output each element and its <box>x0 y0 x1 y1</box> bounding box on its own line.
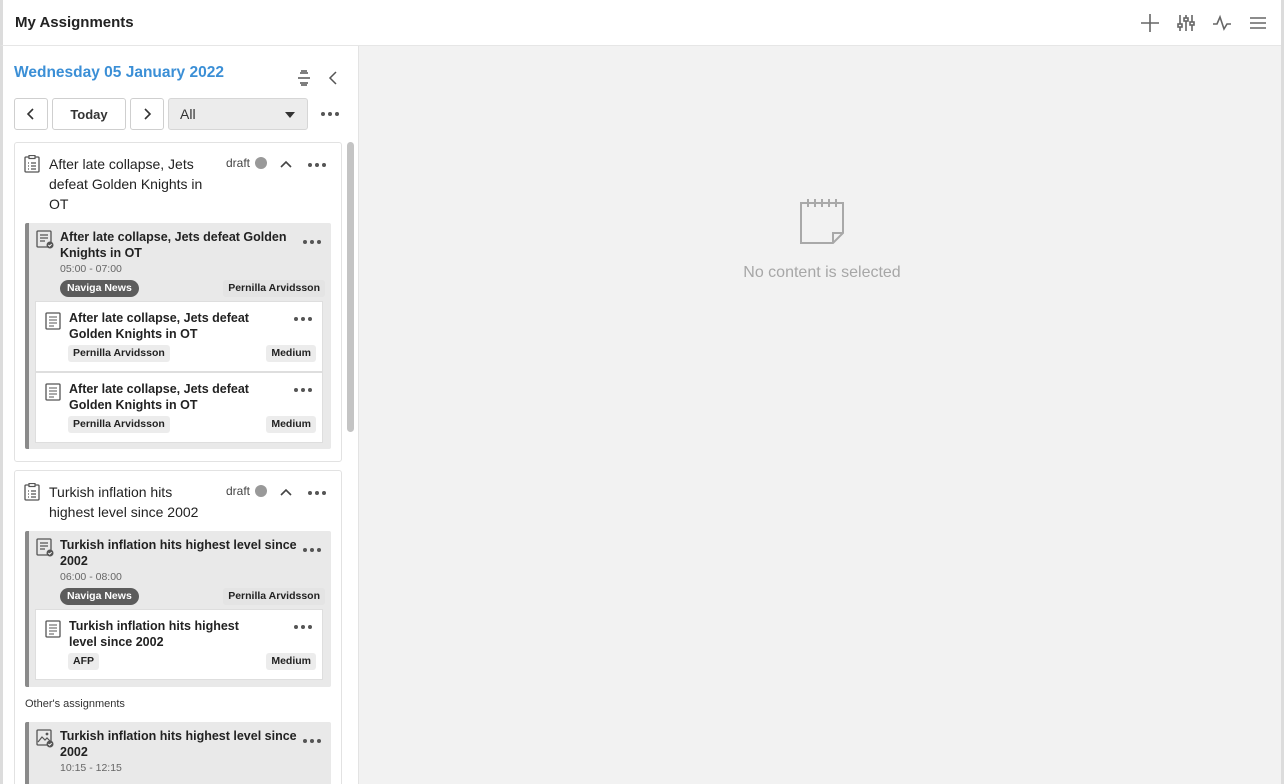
assignment-time: 05:00 - 07:00 <box>60 263 122 275</box>
planner-panel: Wednesday 05 January 2022 Today All Afte… <box>0 46 359 784</box>
status-badge: draft <box>226 484 268 498</box>
assignment-menu-icon[interactable] <box>303 739 321 743</box>
scrollbar[interactable] <box>347 142 354 432</box>
article-title: After late collapse, Jets defeat Golden … <box>69 382 249 412</box>
compact-view-icon[interactable] <box>294 68 314 88</box>
assignment-title: After late collapse, Jets defeat Golden … <box>60 230 287 260</box>
author-badge: AFP <box>68 653 99 670</box>
planning-icon <box>24 483 40 501</box>
assignment-menu-icon[interactable] <box>303 548 321 552</box>
article-item[interactable]: After late collapse, Jets defeat Golden … <box>35 372 323 443</box>
chevron-right-icon <box>144 108 152 120</box>
more-options-icon[interactable] <box>321 112 339 116</box>
filter-value: All <box>180 106 196 122</box>
planning-card[interactable]: After late collapse, Jets defeat Golden … <box>14 142 342 462</box>
section-badge: Naviga News <box>60 280 139 297</box>
assignment-icon <box>36 230 54 249</box>
chevron-left-icon <box>26 108 34 120</box>
app-title: My Assignments <box>15 14 134 31</box>
author-badge: Pernilla Arvidsson <box>68 416 170 433</box>
empty-state-text: No content is selected <box>743 264 901 281</box>
assignee-badge: Pernilla Arvidsson <box>223 280 325 297</box>
assignment-card[interactable]: Turkish inflation hits highest level sin… <box>25 531 331 687</box>
article-menu-icon[interactable] <box>294 317 312 321</box>
sliders-icon[interactable] <box>1174 11 1198 35</box>
activity-icon[interactable] <box>1210 11 1234 35</box>
assignment-icon <box>36 538 54 557</box>
others-assignments-label: Other's assignments <box>25 698 125 710</box>
article-icon <box>45 312 61 330</box>
priority-badge: Medium <box>266 416 316 433</box>
content-area: No content is selected <box>359 46 1281 784</box>
author-badge: Pernilla Arvidsson <box>68 345 170 362</box>
assignment-menu-icon[interactable] <box>303 240 321 244</box>
caret-down-icon <box>285 112 295 118</box>
top-bar: My Assignments <box>0 0 1284 46</box>
status-dot-icon <box>255 157 268 169</box>
article-icon <box>45 620 61 638</box>
status-dot-icon <box>255 485 268 497</box>
article-icon <box>45 383 61 401</box>
plan-menu-icon[interactable] <box>308 163 326 167</box>
status-label: draft <box>226 484 251 498</box>
assignment-title: Turkish inflation hits highest level sin… <box>60 729 297 759</box>
assignment-time: 06:00 - 08:00 <box>60 571 122 583</box>
planning-icon <box>24 155 40 173</box>
chevron-up-icon[interactable] <box>279 157 293 171</box>
assignment-card[interactable]: After late collapse, Jets defeat Golden … <box>25 223 331 449</box>
assignee-badge: Pernilla Arvidsson <box>223 588 325 605</box>
toolbar <box>1138 11 1270 35</box>
assignment-card[interactable]: Turkish inflation hits highest level sin… <box>25 722 331 784</box>
assignment-title: Turkish inflation hits highest level sin… <box>60 538 297 568</box>
priority-badge: Medium <box>266 653 316 670</box>
section-badge: Naviga News <box>60 588 139 605</box>
article-item[interactable]: Turkish inflation hits highest level sin… <box>35 609 323 680</box>
previous-day-button[interactable] <box>14 98 48 130</box>
chevron-up-icon[interactable] <box>279 485 293 499</box>
plus-icon[interactable] <box>1138 11 1162 35</box>
notepad-icon <box>800 199 844 244</box>
next-day-button[interactable] <box>130 98 164 130</box>
plan-title[interactable]: After late collapse, Jets defeat Golden … <box>49 154 215 214</box>
assignment-time: 10:15 - 12:15 <box>60 762 122 774</box>
date-heading: Wednesday 05 January 2022 <box>14 64 224 81</box>
article-title: Turkish inflation hits highest level sin… <box>69 619 239 649</box>
priority-badge: Medium <box>266 345 316 362</box>
status-label: draft <box>226 156 251 170</box>
article-menu-icon[interactable] <box>294 625 312 629</box>
empty-state: No content is selected <box>732 198 912 282</box>
plan-title[interactable]: Turkish inflation hits highest level sin… <box>49 482 215 522</box>
filter-select[interactable]: All <box>168 98 308 130</box>
menu-icon[interactable] <box>1246 11 1270 35</box>
collapse-panel-icon[interactable] <box>324 68 344 88</box>
image-assignment-icon <box>36 729 54 748</box>
article-item[interactable]: After late collapse, Jets defeat Golden … <box>35 301 323 372</box>
status-badge: draft <box>226 156 268 170</box>
article-title: After late collapse, Jets defeat Golden … <box>69 311 249 341</box>
plan-menu-icon[interactable] <box>308 491 326 495</box>
today-button[interactable]: Today <box>52 98 126 130</box>
article-menu-icon[interactable] <box>294 388 312 392</box>
